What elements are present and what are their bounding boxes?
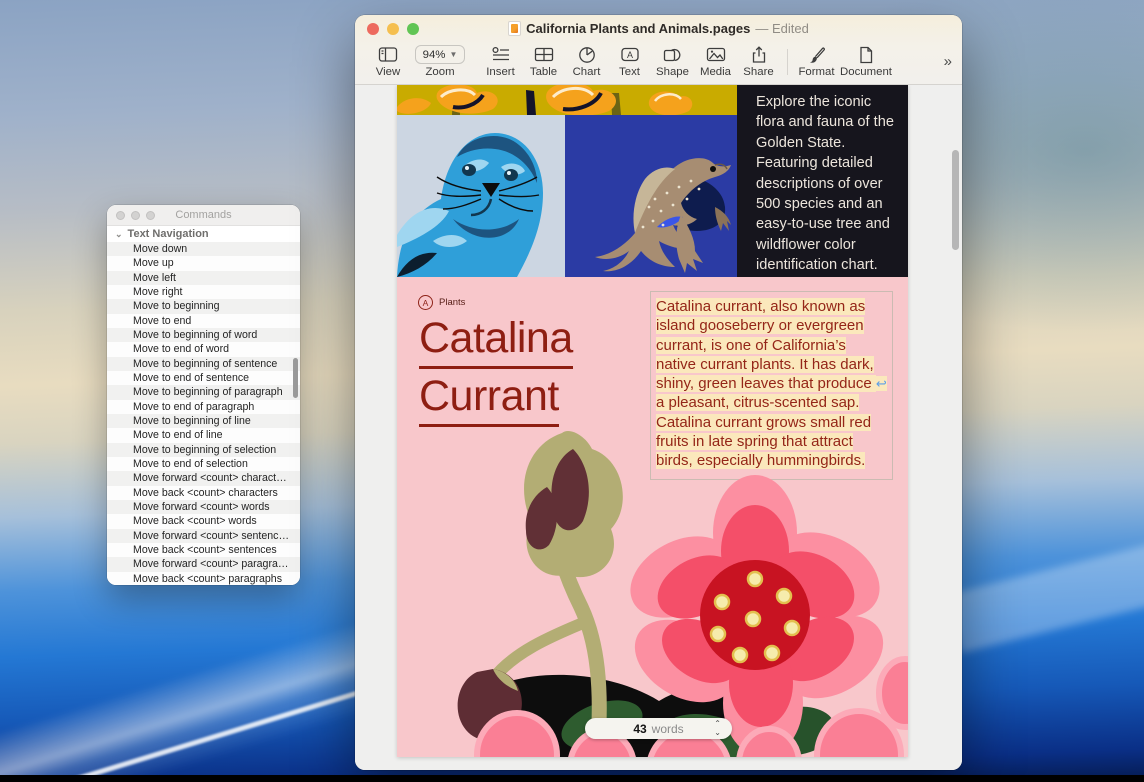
photo-icon — [706, 45, 726, 64]
screen-bottom-edge — [0, 775, 1144, 782]
toolbar-overflow-chevrons[interactable]: » — [944, 45, 950, 70]
command-item[interactable]: Move to beginning of paragraph — [107, 385, 300, 399]
share-button[interactable]: Share — [737, 45, 780, 78]
format-brush-icon — [808, 45, 826, 64]
insert-button[interactable]: Insert — [479, 45, 522, 78]
text-box-icon: A — [620, 45, 640, 64]
svg-text:A: A — [626, 50, 632, 60]
command-item[interactable]: Move down — [107, 242, 300, 256]
word-count-label: words — [652, 722, 684, 736]
table-icon — [534, 45, 554, 64]
command-item[interactable]: Move to end of word — [107, 342, 300, 356]
commands-list: Move downMove upMove leftMove rightMove … — [107, 242, 300, 585]
chevron-down-icon: ▼ — [449, 50, 457, 59]
word-count-stepper-icon[interactable]: ⌃ ⌄ — [714, 719, 721, 737]
command-item[interactable]: Move to end of line — [107, 428, 300, 442]
command-item[interactable]: Move left — [107, 271, 300, 285]
command-item[interactable]: Move to end of sentence — [107, 371, 300, 385]
command-item[interactable]: Move forward <count> paragra… — [107, 557, 300, 571]
command-item[interactable]: Move to beginning — [107, 299, 300, 313]
body-text-part-1: Catalina currant, also known as island g… — [656, 298, 876, 392]
wallpaper-wave-streak-right — [947, 527, 1144, 653]
toolbar-divider — [787, 49, 788, 75]
category-badge-row[interactable]: A Plants — [418, 295, 465, 310]
document-icon — [857, 45, 875, 64]
insert-icon — [491, 45, 511, 64]
document-page[interactable]: Explore the iconic flora and fauna of th… — [397, 85, 908, 757]
table-button[interactable]: Table — [522, 45, 565, 78]
command-item[interactable]: Move to end of selection — [107, 457, 300, 471]
command-item[interactable]: Move back <count> paragraphs — [107, 572, 300, 585]
category-letter-badge: A — [418, 295, 433, 310]
window-edited-status: — Edited — [755, 21, 808, 36]
media-button[interactable]: Media — [694, 45, 737, 78]
command-item[interactable]: Move forward <count> sentenc… — [107, 529, 300, 543]
command-item[interactable]: Move right — [107, 285, 300, 299]
command-item[interactable]: Move to end — [107, 314, 300, 328]
lizard-image[interactable] — [565, 115, 737, 277]
document-scrollbar-thumb[interactable] — [952, 150, 959, 250]
pages-toolbar: View 94% ▼ Zoom Insert Table — [355, 41, 962, 85]
pages-document-icon — [508, 21, 521, 36]
document-canvas[interactable]: Explore the iconic flora and fauna of th… — [355, 85, 962, 770]
command-item[interactable]: Move to beginning of line — [107, 414, 300, 428]
shapes-icon — [663, 45, 683, 64]
pages-titlebar[interactable]: California Plants and Animals.pages — Ed… — [355, 15, 962, 41]
category-label: Plants — [439, 297, 465, 308]
command-item[interactable]: Move back <count> sentences — [107, 543, 300, 557]
article-heading[interactable]: Catalina Currant — [419, 311, 573, 427]
zoom-control[interactable]: 94% ▼ Zoom — [407, 45, 473, 78]
commands-scrollbar-thumb[interactable] — [293, 358, 298, 398]
command-item[interactable]: Move up — [107, 256, 300, 270]
pie-chart-icon — [578, 45, 596, 64]
command-item[interactable]: Move back <count> characters — [107, 486, 300, 500]
heading-line-1: Catalina — [419, 311, 573, 369]
document-button[interactable]: Document — [838, 45, 894, 78]
chart-button[interactable]: Chart — [565, 45, 608, 78]
sidebar-view-icon — [378, 45, 398, 64]
zoom-value: 94% — [423, 49, 446, 61]
pages-window: California Plants and Animals.pages — Ed… — [355, 15, 962, 770]
commands-window-title: Commands — [107, 209, 300, 221]
text-button[interactable]: A Text — [608, 45, 651, 78]
word-count-value: 43 — [633, 722, 646, 736]
share-icon — [750, 45, 768, 64]
command-item[interactable]: Move forward <count> words — [107, 500, 300, 514]
command-item[interactable]: Move to end of paragraph — [107, 400, 300, 414]
pages-window-header: California Plants and Animals.pages — Ed… — [355, 15, 962, 85]
seal-image[interactable] — [397, 115, 565, 277]
section-text-navigation[interactable]: ⌄ Text Navigation — [107, 226, 300, 242]
view-button[interactable]: View — [369, 45, 407, 78]
chevron-down-icon: ⌄ — [115, 229, 123, 240]
window-title: California Plants and Animals.pages — [526, 21, 750, 36]
command-item[interactable]: Move forward <count> charact… — [107, 471, 300, 485]
currant-flower-image[interactable] — [397, 425, 908, 757]
line-break-invisible-icon: ↩ — [876, 376, 887, 391]
commands-titlebar[interactable]: Commands — [107, 205, 300, 226]
section-label: Text Navigation — [128, 228, 209, 240]
command-item[interactable]: Move to beginning of sentence — [107, 357, 300, 371]
command-item[interactable]: Move to beginning of word — [107, 328, 300, 342]
hero-text: Explore the iconic flora and fauna of th… — [756, 94, 894, 273]
word-count-control[interactable]: 43 words ⌃ ⌄ — [585, 718, 732, 739]
commands-window: Commands ⌄ Text Navigation Move downMove… — [107, 205, 300, 585]
hero-text-box[interactable]: Explore the iconic flora and fauna of th… — [737, 85, 908, 277]
poppy-band-image[interactable] — [397, 85, 737, 115]
command-item[interactable]: Move back <count> words — [107, 514, 300, 528]
heading-line-2: Currant — [419, 369, 559, 427]
command-item[interactable]: Move to beginning of selection — [107, 443, 300, 457]
shape-button[interactable]: Shape — [651, 45, 694, 78]
format-button[interactable]: Format — [795, 45, 838, 78]
